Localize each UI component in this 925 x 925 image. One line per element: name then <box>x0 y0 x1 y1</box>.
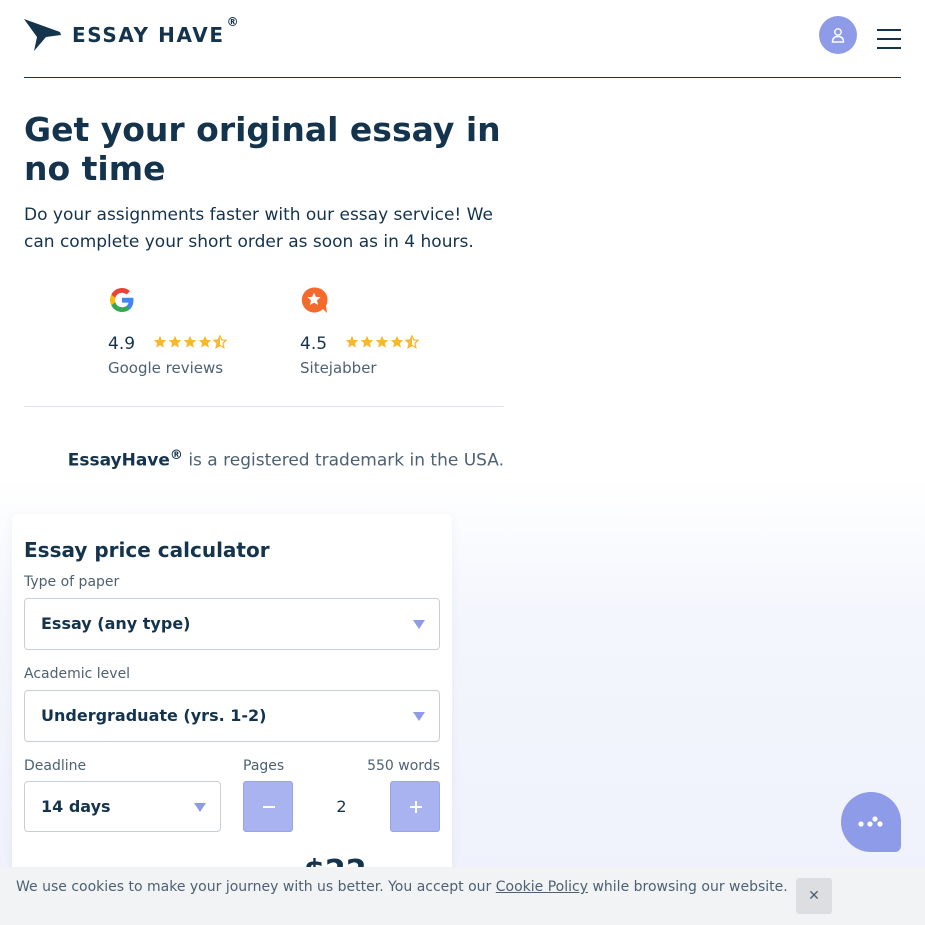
type-of-paper-label: Type of paper <box>24 574 120 590</box>
star-icon <box>345 335 359 348</box>
calculator-title: Essay price calculator <box>24 538 270 562</box>
cookie-policy-link[interactable]: Cookie Policy <box>496 879 588 895</box>
rating-score: 4.9 <box>108 334 136 354</box>
deadline-value: 14 days <box>41 797 111 816</box>
hero-subtitle: Do your assignments faster with our essa… <box>24 205 493 252</box>
decrease-pages-button[interactable] <box>243 781 293 832</box>
rating-source: Sitejabber <box>300 359 377 377</box>
sitejabber-icon <box>301 287 328 313</box>
star-icon <box>390 335 404 348</box>
cookie-text: We use cookies to make your journey with… <box>16 879 788 895</box>
chevron-down-icon <box>194 803 206 812</box>
rating-source: Google reviews <box>108 359 224 377</box>
pages-value[interactable]: 2 <box>293 781 390 832</box>
trademark-notice: EssayHave® is a registered trademark in … <box>24 448 504 471</box>
trademark-text: is a registered trademark in the USA. <box>182 450 504 471</box>
google-icon <box>110 288 134 312</box>
increase-pages-button[interactable] <box>390 781 440 832</box>
cookie-banner: We use cookies to make your journey with… <box>0 867 925 925</box>
close-icon[interactable]: ✕ <box>796 878 832 914</box>
half-star-icon <box>213 335 227 349</box>
trademark-brand: EssayHave <box>67 450 170 471</box>
half-star-icon <box>405 335 419 349</box>
site-header: ESSAY HAVE® <box>24 0 901 78</box>
star-icon <box>198 335 212 348</box>
deadline-select[interactable]: 14 days <box>24 781 221 832</box>
star-icon <box>168 335 182 348</box>
logo-text: ESSAY HAVE® <box>72 15 241 47</box>
chevron-down-icon <box>413 712 425 721</box>
trademark-reg: ® <box>169 448 183 463</box>
star-icon <box>360 335 374 348</box>
type-of-paper-select[interactable]: Essay (any type) <box>24 598 440 650</box>
words-count: 550 words <box>367 758 440 774</box>
divider <box>24 406 504 407</box>
hamburger-menu-icon[interactable] <box>877 29 901 49</box>
page-title: Get your original essay in no time <box>24 110 501 188</box>
rating-google[interactable]: 4.9 Google reviews <box>108 286 278 377</box>
logo[interactable]: ESSAY HAVE® <box>24 15 241 52</box>
academic-level-value: Undergraduate (yrs. 1-2) <box>41 706 267 725</box>
academic-level-label: Academic level <box>24 666 131 682</box>
user-account-button[interactable] <box>819 16 857 54</box>
minus-icon <box>263 806 275 808</box>
bird-logo-icon <box>24 19 61 51</box>
rating-score: 4.5 <box>300 334 328 354</box>
price-calculator: Essay price calculator Type of paper Ess… <box>12 514 452 925</box>
user-icon <box>831 28 845 43</box>
pages-label: Pages <box>243 758 285 774</box>
deadline-label: Deadline <box>24 758 87 774</box>
star-icon <box>153 335 167 348</box>
chat-button[interactable] <box>841 792 901 852</box>
rating-sitejabber[interactable]: 4.5 Sitejabber <box>300 286 470 377</box>
academic-level-select[interactable]: Undergraduate (yrs. 1-2) <box>24 690 440 742</box>
chevron-down-icon <box>413 620 425 629</box>
star-rating <box>153 335 227 349</box>
star-icon <box>375 335 389 348</box>
type-of-paper-value: Essay (any type) <box>41 614 191 633</box>
star-icon <box>183 335 197 348</box>
chat-dots-icon <box>858 816 883 827</box>
pages-stepper: 2 <box>243 781 440 832</box>
star-rating <box>345 335 419 349</box>
